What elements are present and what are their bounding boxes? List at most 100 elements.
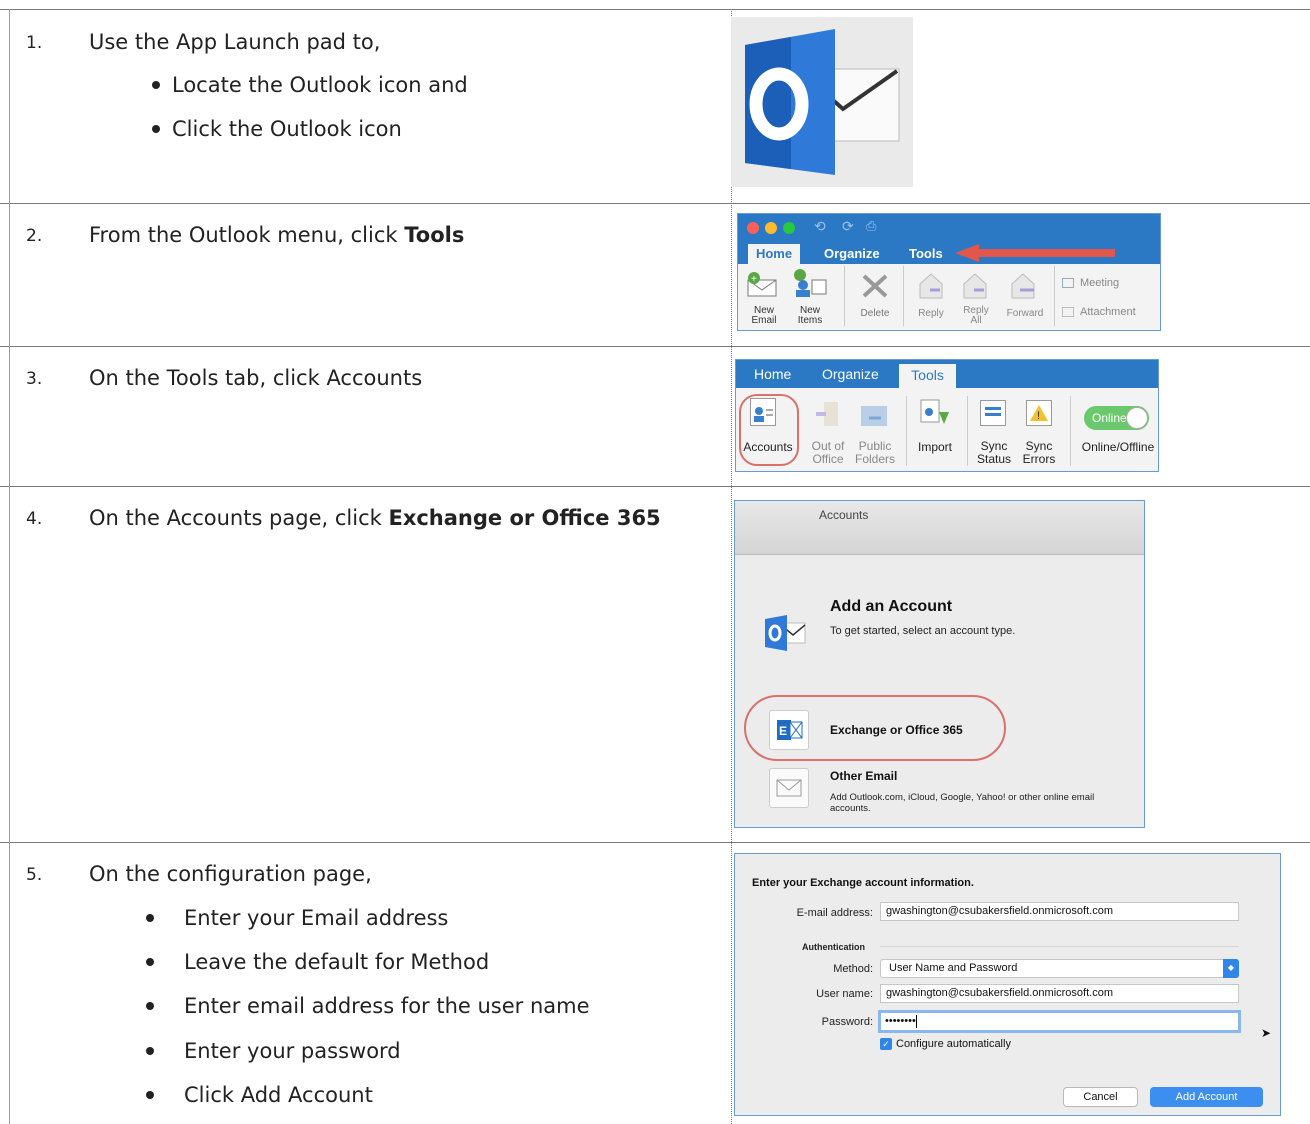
outlook-icon bbox=[745, 29, 900, 175]
attachment-icon bbox=[1062, 307, 1074, 318]
online-toggle[interactable]: Online bbox=[1084, 406, 1149, 430]
public-folders-button[interactable]: Public Folders bbox=[852, 440, 898, 466]
bullet-text: Locate the Outlook icon and bbox=[172, 73, 468, 97]
svg-text:E: E bbox=[779, 724, 787, 738]
accounts-dialog-screenshot: Accounts Add an Account To get started, … bbox=[734, 500, 1145, 828]
divider bbox=[1070, 396, 1071, 466]
tab-home[interactable]: Home bbox=[754, 366, 791, 382]
new-items-icon bbox=[792, 268, 828, 298]
step-number: 4. bbox=[26, 509, 43, 529]
divider bbox=[903, 266, 904, 326]
forward-icon bbox=[1008, 272, 1038, 300]
maximize-window-icon[interactable] bbox=[783, 222, 795, 234]
configure-automatically-label: Configure automatically bbox=[896, 1038, 1011, 1050]
email-label: E-mail address: bbox=[796, 907, 873, 919]
table-border-left bbox=[9, 9, 10, 1124]
username-label: User name: bbox=[816, 988, 873, 1000]
step-bullet: Click Add Account bbox=[146, 1083, 373, 1107]
reply-all-button[interactable]: Reply All bbox=[956, 306, 996, 326]
new-items-button[interactable]: New Items bbox=[788, 306, 832, 326]
meeting-button[interactable]: Meeting bbox=[1062, 277, 1119, 289]
table-row-divider bbox=[0, 842, 1310, 843]
ribbon-screenshot-tools: Home Organize Tools Accounts Out of Offi… bbox=[735, 359, 1159, 472]
step-text-bold: Tools bbox=[404, 223, 465, 247]
accounts-button[interactable]: Accounts bbox=[740, 440, 796, 454]
online-offline-button[interactable]: Online/Offline bbox=[1076, 440, 1158, 454]
step-number: 2. bbox=[26, 226, 43, 246]
sync-errors-button[interactable]: Sync Errors bbox=[1017, 440, 1061, 466]
bullet-icon bbox=[146, 1002, 154, 1010]
out-of-office-button[interactable]: Out of Office bbox=[806, 440, 850, 466]
bullet-icon bbox=[152, 125, 160, 133]
other-email-option[interactable] bbox=[769, 768, 809, 808]
cancel-button[interactable]: Cancel bbox=[1063, 1087, 1138, 1107]
tab-tools[interactable]: Tools bbox=[899, 364, 956, 388]
arrow-icon bbox=[955, 244, 1115, 262]
tab-tools[interactable]: Tools bbox=[909, 246, 943, 261]
step-bullet: Enter your Email address bbox=[146, 906, 448, 930]
step-text-prefix: On the Accounts page, click bbox=[89, 506, 389, 530]
step-text-bold: Exchange or Office 365 bbox=[388, 506, 661, 530]
public-folders-icon bbox=[859, 400, 889, 428]
bullet-text: Enter email address for the user name bbox=[184, 994, 590, 1018]
exchange-option[interactable]: E bbox=[769, 710, 809, 750]
meeting-label: Meeting bbox=[1080, 277, 1120, 289]
tab-organize[interactable]: Organize bbox=[824, 246, 880, 261]
exchange-icon: E bbox=[777, 720, 803, 740]
print-icon[interactable]: ⎙ bbox=[866, 218, 876, 234]
accounts-icon bbox=[750, 398, 776, 426]
bullet-text: Enter your password bbox=[184, 1039, 401, 1063]
password-field[interactable]: •••••••• bbox=[878, 1010, 1241, 1033]
divider bbox=[880, 946, 1239, 947]
undo-icon[interactable]: ⟲ bbox=[814, 218, 826, 235]
reply-button[interactable]: Reply bbox=[909, 308, 953, 319]
svg-text:+: + bbox=[751, 274, 757, 285]
method-select[interactable]: User Name and Password ◆ bbox=[880, 959, 1239, 978]
step-text: On the configuration page, bbox=[89, 862, 372, 886]
other-email-title[interactable]: Other Email bbox=[830, 769, 897, 783]
bullet-icon bbox=[146, 1091, 154, 1099]
forward-button[interactable]: Forward bbox=[1003, 308, 1047, 319]
exchange-option-label[interactable]: Exchange or Office 365 bbox=[830, 723, 963, 737]
configure-automatically-checkbox[interactable]: ✓ Configure automatically bbox=[880, 1038, 1011, 1050]
import-button[interactable]: Import bbox=[912, 440, 958, 454]
divider bbox=[844, 266, 845, 326]
new-email-icon: + bbox=[746, 270, 780, 298]
redo-icon[interactable]: ⟳ bbox=[842, 218, 854, 235]
toggle-knob bbox=[1126, 407, 1148, 429]
bullet-text: Leave the default for Method bbox=[184, 950, 490, 974]
attachment-button[interactable]: Attachment bbox=[1062, 306, 1136, 318]
divider bbox=[967, 396, 968, 466]
step-text: On the Accounts page, click Exchange or … bbox=[89, 506, 661, 530]
reply-all-icon bbox=[960, 272, 990, 300]
bullet-text: Click the Outlook icon bbox=[172, 117, 402, 141]
password-label: Password: bbox=[821, 1016, 873, 1028]
method-select-value: User Name and Password bbox=[889, 962, 1018, 974]
new-email-button[interactable]: New Email bbox=[742, 306, 786, 326]
exchange-config-dialog-screenshot: Enter your Exchange account information.… bbox=[734, 853, 1281, 1116]
step-number: 1. bbox=[26, 33, 43, 53]
delete-button[interactable]: Delete bbox=[853, 308, 897, 319]
minimize-window-icon[interactable] bbox=[765, 222, 777, 234]
step-bullet: Enter your password bbox=[146, 1039, 401, 1063]
chevron-updown-icon: ◆ bbox=[1223, 959, 1239, 978]
delete-icon bbox=[860, 272, 890, 300]
email-field[interactable]: gwashington@csubakersfield.onmicrosoft.c… bbox=[880, 902, 1239, 921]
text-cursor bbox=[915, 1014, 917, 1028]
ribbon-titlebar: ⟲ ⟳ ⎙ Home Organize Tools bbox=[738, 214, 1160, 264]
add-account-button[interactable]: Add Account bbox=[1150, 1087, 1263, 1107]
sync-status-icon bbox=[980, 400, 1006, 426]
sync-status-button[interactable]: Sync Status bbox=[972, 440, 1016, 466]
username-field[interactable]: gwashington@csubakersfield.onmicrosoft.c… bbox=[880, 984, 1239, 1003]
step-text: Use the App Launch pad to, bbox=[89, 30, 381, 54]
tab-home[interactable]: Home bbox=[748, 244, 800, 264]
step-bullet: Click the Outlook icon bbox=[152, 117, 402, 141]
step-bullet: Enter email address for the user name bbox=[146, 994, 590, 1018]
step-text-prefix: From the Outlook menu, click bbox=[89, 223, 405, 247]
tab-organize[interactable]: Organize bbox=[822, 366, 879, 382]
close-window-icon[interactable] bbox=[747, 222, 759, 234]
bullet-icon bbox=[146, 1047, 154, 1055]
other-email-description: Add Outlook.com, iCloud, Google, Yahoo! … bbox=[830, 792, 1095, 814]
step-text: On the Tools tab, click Accounts bbox=[89, 366, 423, 390]
step-number: 3. bbox=[26, 369, 43, 389]
